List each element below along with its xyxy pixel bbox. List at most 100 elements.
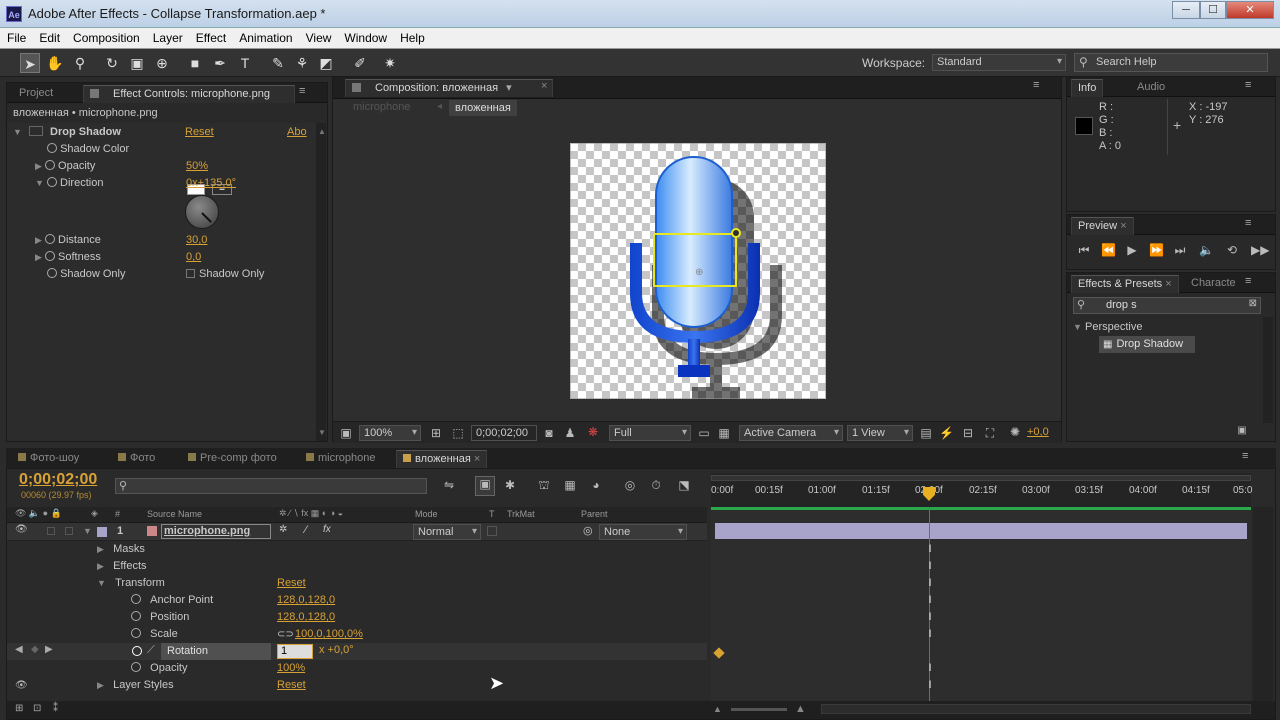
expand-triangle-icon[interactable]: ▶ (97, 561, 104, 571)
stopwatch-icon[interactable] (131, 594, 141, 604)
workspace-dropdown[interactable]: Standard (932, 54, 1066, 71)
row-effects[interactable]: ▶ Effects (97, 558, 147, 575)
panel-menu-icon[interactable]: ≡ (1033, 79, 1039, 91)
work-area-bar[interactable] (711, 475, 1251, 481)
col-source-name[interactable]: Source Name (147, 509, 202, 519)
comp-nav-previous[interactable]: microphone (353, 101, 410, 113)
eraser-tool-icon[interactable]: ◩ (316, 53, 336, 73)
stopwatch-icon[interactable] (44, 160, 55, 170)
opacity-value[interactable]: 50% (186, 158, 208, 175)
region-of-interest-icon[interactable]: ⬚ (451, 426, 465, 440)
category-perspective[interactable]: ▼ Perspective (1073, 319, 1142, 336)
row-layer-styles[interactable]: ▶ Layer Styles (97, 677, 174, 694)
effect-row-drop-shadow[interactable]: ▼ Drop Shadow (13, 124, 121, 141)
scroll-up-icon[interactable]: ▲ (318, 127, 326, 136)
first-frame-icon[interactable]: ⏮ (1077, 243, 1091, 258)
panel-menu-icon[interactable]: ≡ (1245, 79, 1251, 91)
puppet-tool-icon[interactable]: ✷ (380, 53, 400, 73)
always-preview-icon[interactable]: ▣ (339, 426, 353, 440)
solo-box[interactable] (47, 527, 55, 535)
rotate-tool-icon[interactable]: ↻ (102, 53, 122, 73)
clone-stamp-tool-icon[interactable]: ⚘ (292, 53, 312, 73)
brainstorm-icon[interactable]: ◎ (621, 478, 639, 492)
chevron-down-icon[interactable]: ▾ (506, 82, 512, 94)
preserve-transparency-box[interactable] (487, 526, 497, 536)
checkbox-icon[interactable] (186, 269, 195, 278)
loop-icon[interactable]: ⟲ (1225, 243, 1239, 257)
live-update-icon[interactable]: ▣ (475, 476, 495, 496)
transfer-controls-toggle-icon[interactable]: ⊡ (33, 703, 41, 714)
channel-icon[interactable]: ❋ (585, 425, 601, 439)
new-folder-icon[interactable]: ▣ (1235, 425, 1249, 436)
rotation-input[interactable]: 1 (277, 644, 313, 659)
graph-icon[interactable]: ⟋ (147, 644, 155, 657)
direction-value[interactable]: 0x+135,0° (186, 175, 236, 192)
magnification-dropdown[interactable]: 100% (359, 425, 421, 441)
layer-name[interactable]: microphone.png (161, 524, 271, 539)
zoom-tool-icon[interactable]: ⚲ (70, 53, 90, 73)
stopwatch-icon[interactable] (44, 234, 55, 244)
current-time-indicator[interactable] (923, 487, 935, 501)
pan-behind-tool-icon[interactable]: ⊕ (152, 53, 172, 73)
layer-row[interactable]: 👁 ▼ 1 microphone.png ✲ ⁄ fx Normal ◎ Non… (7, 523, 707, 541)
close-tab-icon[interactable]: × (1165, 278, 1171, 290)
softness-value[interactable]: 0,0 (186, 249, 201, 266)
timeline-scrollbar[interactable] (1253, 507, 1273, 703)
next-frame-icon[interactable]: ⏩ (1149, 243, 1164, 257)
zoom-out-icon[interactable]: ▲ (713, 704, 722, 714)
clear-search-icon[interactable]: ⊠ (1249, 298, 1257, 309)
pickwhip-icon[interactable]: ◎ (583, 524, 593, 537)
collapse-triangle-icon[interactable]: ▼ (35, 178, 44, 188)
menu-window[interactable]: Window (337, 28, 393, 45)
tab-foto[interactable]: Фото (112, 450, 161, 468)
camera-dropdown[interactable]: Active Camera (739, 425, 843, 441)
search-help-field[interactable]: ⚲ Search Help (1074, 53, 1268, 72)
menu-effect[interactable]: Effect (189, 28, 232, 45)
zoom-in-icon[interactable]: ▲ (795, 703, 806, 715)
stopwatch-icon[interactable] (47, 268, 57, 278)
ram-preview-icon[interactable]: ▶▶ (1251, 243, 1269, 257)
tab-project[interactable]: Project (13, 85, 59, 103)
layer-switches-toggle-icon[interactable]: ⊞ (15, 703, 23, 714)
timeline-search-field[interactable]: ⚲ (115, 478, 427, 494)
label-color-swatch[interactable] (97, 527, 107, 537)
tab-microphone[interactable]: microphone (300, 450, 381, 468)
hide-shy-layers-icon[interactable]: ⛫ (535, 478, 553, 494)
collapse-triangle-icon[interactable]: ▼ (83, 526, 92, 536)
menu-file[interactable]: File (0, 28, 32, 45)
tab-vlozhennaya[interactable]: вложенная × (396, 450, 488, 468)
rotation-handle[interactable] (731, 228, 741, 238)
layer-styles-reset-link[interactable]: Reset (277, 677, 306, 694)
graph-editor-icon[interactable]: ⬔ (675, 478, 693, 492)
timeline-timecode[interactable]: 0;00;02;00 (19, 471, 97, 489)
prev-keyframe-icon[interactable]: ◀ (15, 644, 23, 655)
position-value[interactable]: 128,0,128,0 (277, 609, 335, 626)
panel-menu-icon[interactable]: ≡ (1245, 275, 1251, 287)
maximize-button[interactable]: ☐ (1200, 1, 1226, 19)
collapse-triangle-icon[interactable]: ▼ (97, 578, 106, 588)
minimize-button[interactable]: ─ (1172, 1, 1200, 19)
collapse-triangle-icon[interactable]: ▼ (13, 127, 22, 137)
stopwatch-icon[interactable] (47, 143, 57, 153)
show-snapshot-icon[interactable]: ♟ (563, 426, 577, 440)
anchor-selection-box[interactable] (653, 233, 737, 287)
constrain-proportions-icon[interactable]: ⊂⊃ (277, 626, 294, 643)
draft-3d-icon[interactable]: ✱ (501, 478, 519, 492)
panel-menu-icon[interactable]: ≡ (1242, 450, 1248, 462)
tab-foto-show[interactable]: Фото-шоу (12, 450, 85, 468)
views-dropdown[interactable]: 1 View (847, 425, 913, 441)
exposure-value[interactable]: +0,0 (1027, 426, 1049, 438)
effect-item-drop-shadow[interactable]: ▦ Drop Shadow (1099, 336, 1195, 353)
quality-switch-icon[interactable]: ⁄ (305, 524, 307, 536)
layer-duration-bar[interactable] (715, 523, 1247, 539)
row-transform[interactable]: ▼ Transform (97, 575, 165, 592)
close-tab-icon[interactable]: × (541, 80, 547, 92)
text-tool-icon[interactable]: T (235, 53, 255, 73)
tab-composition[interactable]: Composition: вложенная ▾ (345, 79, 553, 97)
shy-switch-icon[interactable]: ✲ (279, 524, 287, 535)
effect-about-link[interactable]: Abo (287, 124, 307, 141)
fx-switch-icon[interactable]: fx (323, 524, 331, 535)
expand-triangle-icon[interactable]: ▶ (35, 235, 42, 245)
play-icon[interactable]: ▶ (1125, 243, 1139, 257)
close-tab-icon[interactable]: × (474, 453, 480, 465)
